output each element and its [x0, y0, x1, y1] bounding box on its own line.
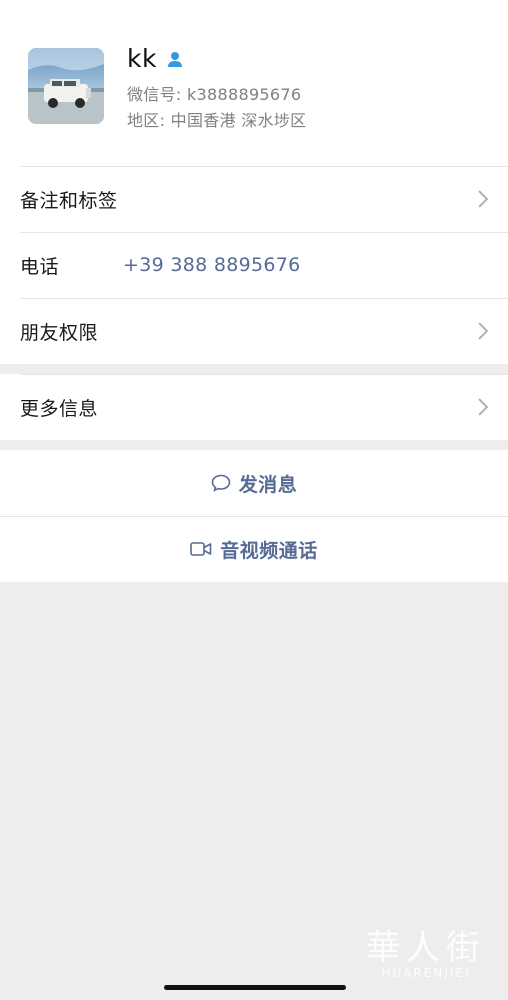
- chevron-right-icon: [478, 322, 488, 340]
- person-icon: [167, 51, 182, 67]
- avatar[interactable]: [28, 48, 104, 124]
- remarks-tags-label: 备注和标签: [20, 189, 118, 212]
- send-message-button[interactable]: 发消息: [0, 450, 508, 516]
- more-info-list: 更多信息: [0, 374, 508, 440]
- friend-permission-label: 朋友权限: [20, 321, 99, 344]
- chevron-right-icon: [478, 190, 488, 208]
- more-info-label: 更多信息: [20, 397, 99, 420]
- contact-name: kk: [127, 44, 157, 73]
- video-call-label: 音视频通话: [220, 539, 318, 562]
- section-divider: [0, 364, 508, 374]
- region: 地区: 中国香港 深水埗区: [127, 111, 307, 130]
- video-call-button[interactable]: 音视频通话: [0, 516, 508, 582]
- wechat-id: 微信号: k3888895676: [127, 85, 302, 104]
- chevron-right-icon: [478, 398, 488, 416]
- watermark-logo: 華人街: [366, 928, 486, 968]
- avatar-image: [28, 48, 104, 124]
- contact-profile-header: kk 微信号: k3888895676 地区: 中国香港 深水埗区: [0, 0, 508, 166]
- phone-row[interactable]: 电话 +39 388 8895676: [0, 232, 508, 298]
- chat-bubble-icon: [211, 474, 231, 492]
- phone-number[interactable]: +39 388 8895676: [123, 254, 301, 276]
- action-list: 发消息 音视频通话: [0, 450, 508, 582]
- friend-permission-row[interactable]: 朋友权限: [0, 298, 508, 364]
- remarks-tags-row[interactable]: 备注和标签: [0, 166, 508, 232]
- section-divider: [0, 440, 508, 450]
- more-info-row[interactable]: 更多信息: [0, 374, 508, 440]
- video-camera-icon: [190, 542, 212, 556]
- home-indicator[interactable]: [164, 985, 346, 990]
- contact-settings-list: 备注和标签 电话 +39 388 8895676 朋友权限: [0, 166, 508, 364]
- watermark: 華人街 HUARENJIEI: [366, 930, 486, 980]
- send-message-label: 发消息: [238, 473, 298, 496]
- phone-label: 电话: [20, 255, 60, 278]
- watermark-text: HUARENJIEI: [381, 966, 471, 980]
